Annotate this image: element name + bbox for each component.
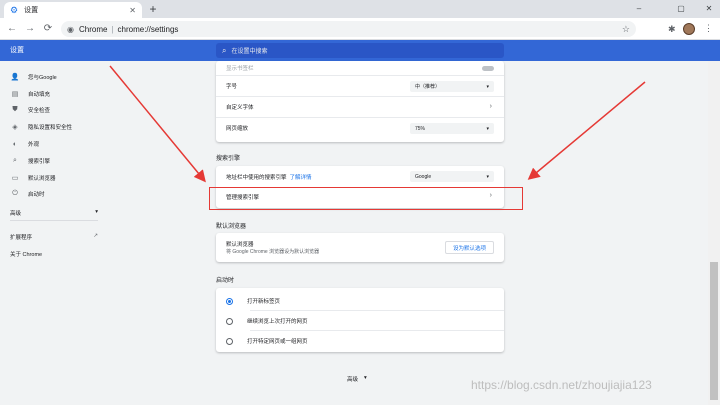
annotation-arrows	[109, 65, 646, 183]
watermark: https://blog.csdn.net/zhoujiajia123	[471, 378, 652, 392]
annotation-arrow-right	[527, 81, 646, 180]
annotation-arrow-left	[109, 65, 206, 183]
